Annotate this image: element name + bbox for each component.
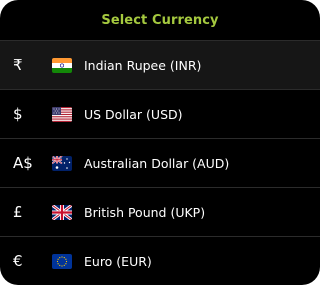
currency-name: British Pound (UKP) bbox=[84, 204, 206, 220]
currency-option-aud[interactable]: A$ Australian Dollar (AUD) bbox=[0, 138, 320, 187]
currency-name: US Dollar (USD) bbox=[84, 106, 183, 122]
currency-name: Euro (EUR) bbox=[84, 253, 152, 269]
sheet-title: Select Currency bbox=[101, 13, 219, 28]
india-flag-icon bbox=[52, 57, 72, 73]
currency-symbol: £ bbox=[13, 203, 23, 221]
currency-symbol: € bbox=[13, 252, 23, 270]
usa-flag-icon bbox=[52, 106, 72, 122]
currency-name: Australian Dollar (AUD) bbox=[84, 155, 230, 171]
currency-option-eur[interactable]: € Euro (EUR) bbox=[0, 236, 320, 285]
eu-flag-icon bbox=[52, 253, 72, 269]
uk-flag-icon bbox=[52, 204, 72, 220]
currency-symbol: A$ bbox=[13, 154, 33, 172]
currency-picker-sheet: Select Currency ₹ Indian Rupee (INR) $ U… bbox=[0, 0, 320, 285]
currency-symbol: ₹ bbox=[13, 56, 23, 74]
australia-flag-icon bbox=[52, 155, 72, 171]
currency-name: Indian Rupee (INR) bbox=[84, 57, 202, 73]
currency-option-inr[interactable]: ₹ Indian Rupee (INR) bbox=[0, 40, 320, 89]
currency-option-usd[interactable]: $ US Dollar (USD) bbox=[0, 89, 320, 138]
currency-option-ukp[interactable]: £ British Pound (UKP) bbox=[0, 187, 320, 236]
currency-symbol: $ bbox=[13, 105, 23, 123]
